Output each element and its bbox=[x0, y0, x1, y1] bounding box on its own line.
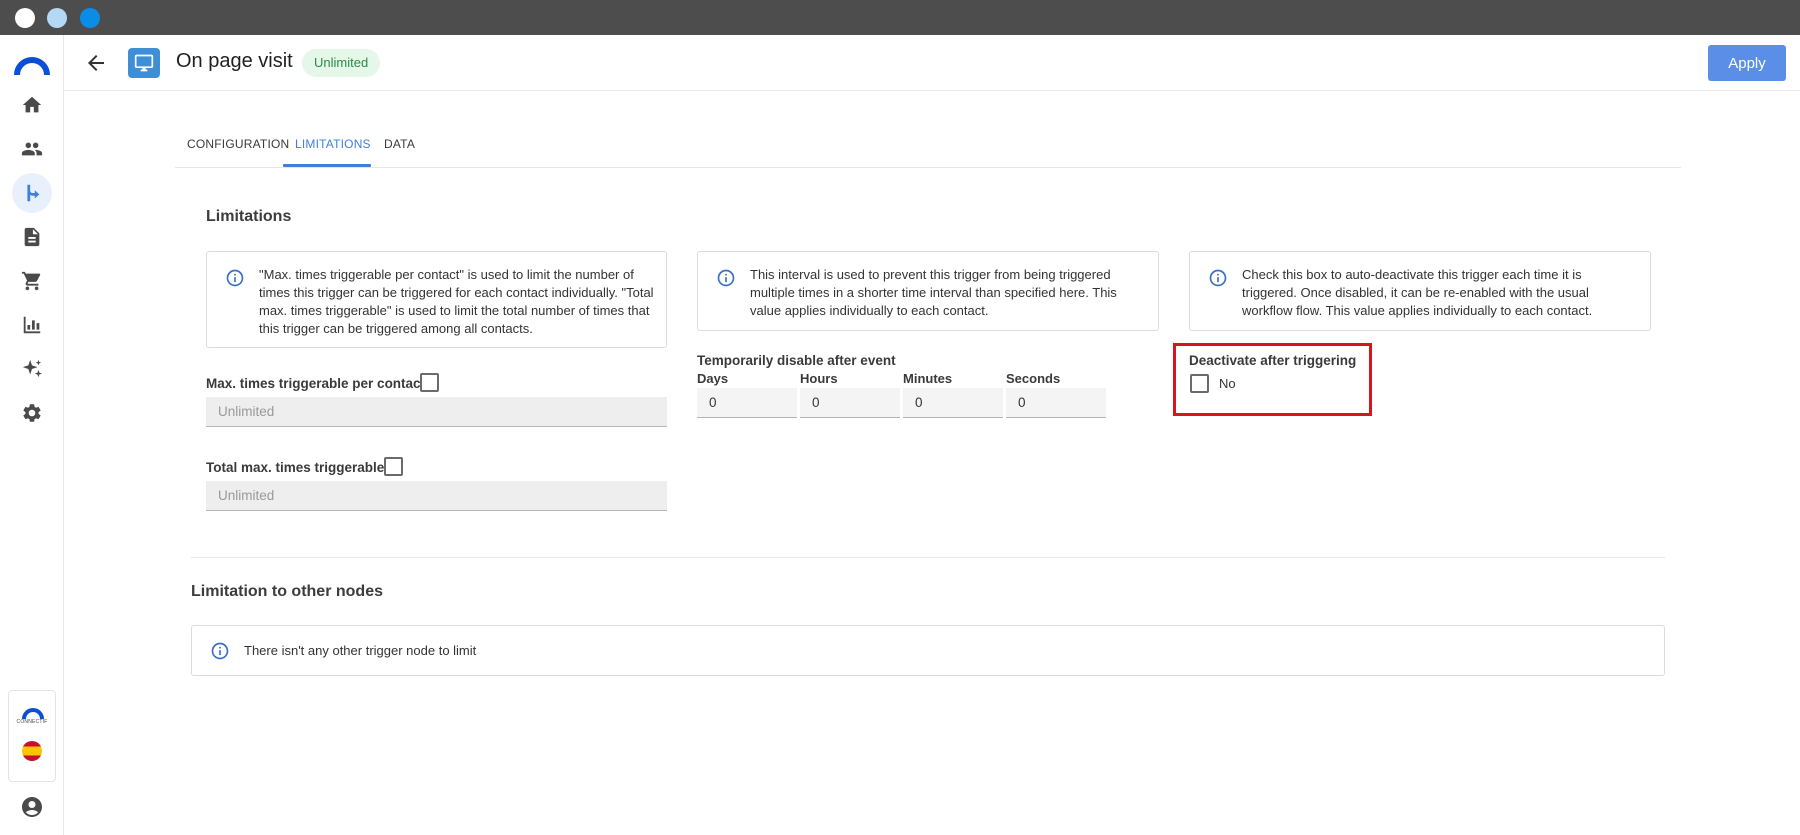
max-per-contact-input[interactable]: Unlimited bbox=[206, 397, 667, 427]
user-avatar-icon[interactable] bbox=[20, 795, 44, 819]
deactivate-value: No bbox=[1219, 376, 1236, 391]
window-titlebar bbox=[0, 0, 1800, 35]
info-icon bbox=[226, 269, 244, 287]
node-type-icon bbox=[128, 48, 160, 78]
total-max-label: Total max. times triggerable bbox=[206, 460, 385, 475]
hours-label: Hours bbox=[800, 371, 838, 386]
max-per-contact-checkbox[interactable] bbox=[420, 373, 439, 392]
sidebar-item-documents[interactable] bbox=[12, 217, 52, 257]
workflow-icon bbox=[27, 184, 40, 202]
deactivate-info-text: Check this box to auto-deactivate this t… bbox=[1242, 267, 1593, 318]
interval-info-text: This interval is used to prevent this tr… bbox=[750, 267, 1117, 318]
sidebar-item-contacts[interactable] bbox=[12, 129, 52, 169]
document-icon bbox=[24, 227, 40, 247]
apply-button[interactable]: Apply bbox=[1708, 45, 1786, 81]
deactivate-info-box: Check this box to auto-deactivate this t… bbox=[1189, 251, 1651, 331]
sidebar-item-workflows[interactable] bbox=[12, 173, 52, 213]
sidebar-item-home[interactable] bbox=[12, 85, 52, 125]
max-times-info-box: "Max. times triggerable per contact" is … bbox=[206, 251, 667, 348]
days-label: Days bbox=[697, 371, 729, 386]
days-input[interactable]: 0 bbox=[697, 388, 797, 418]
info-icon bbox=[1209, 269, 1227, 287]
seconds-label: Seconds bbox=[1006, 371, 1061, 386]
spain-flag-icon[interactable] bbox=[22, 741, 42, 761]
other-nodes-title: Limitation to other nodes bbox=[191, 583, 383, 600]
other-nodes-info-text: There isn't any other trigger node to li… bbox=[244, 643, 477, 658]
section-divider bbox=[191, 557, 1665, 558]
home-icon bbox=[22, 96, 42, 113]
sparkle-icon bbox=[22, 359, 43, 378]
deactivate-label: Deactivate after triggering bbox=[1189, 353, 1357, 368]
interval-info-box: This interval is used to prevent this tr… bbox=[697, 251, 1159, 331]
active-tab-indicator bbox=[283, 164, 371, 167]
sidebar: CONNECTIF bbox=[0, 35, 64, 835]
tab-data[interactable]: DATA bbox=[384, 137, 415, 151]
sidebar-item-reports[interactable] bbox=[12, 305, 52, 345]
cart-icon bbox=[21, 271, 41, 291]
page-title: On page visit bbox=[176, 50, 293, 72]
other-nodes-info-box: There isn't any other trigger node to li… bbox=[191, 625, 1665, 676]
temp-disable-label: Temporarily disable after event bbox=[697, 353, 896, 368]
tab-configuration[interactable]: CONFIGURATION bbox=[187, 137, 289, 151]
back-arrow-icon[interactable] bbox=[84, 51, 108, 75]
chart-icon bbox=[23, 316, 41, 334]
total-max-checkbox[interactable] bbox=[384, 457, 403, 476]
gear-icon bbox=[23, 404, 41, 422]
deactivate-checkbox[interactable] bbox=[1190, 374, 1209, 393]
sidebar-item-settings[interactable] bbox=[12, 393, 52, 433]
total-max-input[interactable]: Unlimited bbox=[206, 481, 667, 511]
contacts-icon bbox=[21, 142, 43, 156]
limitations-title: Limitations bbox=[206, 208, 292, 225]
tab-limitations[interactable]: LIMITATIONS bbox=[295, 137, 371, 151]
max-times-info-text: "Max. times triggerable per contact" is … bbox=[259, 267, 654, 336]
window-close-button[interactable] bbox=[15, 8, 35, 28]
window-maximize-button[interactable] bbox=[80, 8, 100, 28]
info-icon bbox=[717, 269, 735, 287]
tab-bar: CONFIGURATION LIMITATIONS DATA bbox=[175, 91, 1681, 168]
hours-input[interactable]: 0 bbox=[800, 388, 900, 418]
seconds-input[interactable]: 0 bbox=[1006, 388, 1106, 418]
brand-logo-text: CONNECTIF bbox=[16, 719, 48, 725]
info-icon bbox=[211, 642, 229, 660]
status-badge: Unlimited bbox=[302, 49, 381, 77]
minutes-label: Minutes bbox=[903, 371, 953, 386]
brand-panel: CONNECTIF bbox=[8, 690, 56, 782]
window-minimize-button[interactable] bbox=[47, 8, 67, 28]
sidebar-item-ai[interactable] bbox=[12, 349, 52, 389]
minutes-input[interactable]: 0 bbox=[903, 388, 1003, 418]
sidebar-item-store[interactable] bbox=[12, 261, 52, 301]
max-per-contact-label: Max. times triggerable per contact bbox=[206, 376, 426, 391]
page-header: On page visit Unlimited Apply bbox=[64, 35, 1800, 91]
app-logo-icon[interactable] bbox=[14, 53, 50, 77]
monitor-icon bbox=[134, 54, 154, 72]
